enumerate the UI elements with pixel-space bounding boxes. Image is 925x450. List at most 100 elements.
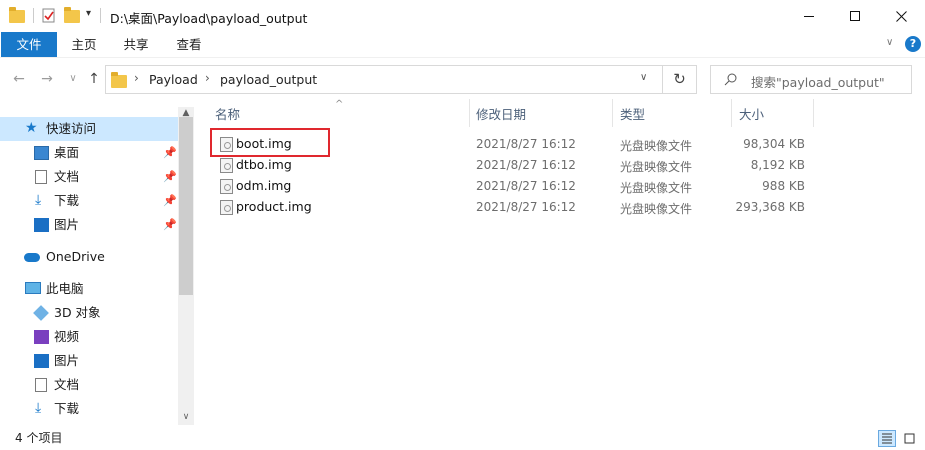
table-row[interactable]: odm.img 2021/8/27 16:12 光盘映像文件 988 KB: [205, 176, 815, 197]
table-row[interactable]: product.img 2021/8/27 16:12 光盘映像文件 293,3…: [205, 197, 815, 218]
nav-label: 此电脑: [46, 281, 84, 296]
column-divider[interactable]: [612, 99, 613, 127]
file-type: 光盘映像文件: [620, 160, 693, 174]
column-divider[interactable]: [731, 99, 732, 127]
large-icons-view-button[interactable]: [901, 430, 919, 447]
nav-item-documents-pc[interactable]: 文档: [0, 373, 178, 397]
status-bar: 4 个项目: [0, 425, 925, 450]
maximize-icon: [850, 11, 860, 21]
breadcrumb-payload-output[interactable]: payload_output: [220, 72, 317, 87]
disc-image-file-icon: [220, 200, 233, 215]
nav-item-desktop[interactable]: 桌面 📌: [0, 141, 178, 165]
nav-scrollbar[interactable]: ▲ ∨: [178, 107, 194, 425]
up-button[interactable]: ↑: [85, 69, 103, 89]
divider: [33, 8, 34, 23]
scroll-down-arrow[interactable]: ∨: [178, 411, 194, 423]
folder-icon: [111, 72, 127, 88]
file-list: ^ 名称 修改日期 类型 大小 boot.img 2021/8/27 16:12…: [195, 99, 925, 425]
file-type: 光盘映像文件: [620, 181, 693, 195]
videos-icon: [34, 330, 49, 344]
file-explorer-window: ▾ D:\桌面\Payload\payload_output 文件 主页 共享 …: [0, 0, 925, 450]
file-size: 988 KB: [762, 179, 805, 193]
nav-item-documents[interactable]: 文档 📌: [0, 165, 178, 189]
column-divider[interactable]: [813, 99, 814, 127]
navigation-bar: ← → ∨ ↑ › Payload › payload_output ∨ ↻ 搜…: [0, 57, 925, 99]
nav-label: 文档: [54, 377, 80, 392]
file-date: 2021/8/27 16:12: [476, 158, 576, 172]
column-header-date[interactable]: 修改日期: [476, 106, 526, 128]
customize-quick-access-icon[interactable]: ▾: [86, 8, 91, 19]
new-folder-icon[interactable]: [64, 7, 80, 23]
column-divider[interactable]: [469, 99, 470, 127]
maximize-button[interactable]: [832, 0, 878, 32]
column-header-size[interactable]: 大小: [739, 106, 764, 128]
pin-icon[interactable]: 📌: [163, 165, 177, 189]
details-view-icon: [882, 433, 892, 444]
details-view-button[interactable]: [878, 430, 896, 447]
title-bar: ▾ D:\桌面\Payload\payload_output: [0, 0, 925, 32]
table-row[interactable]: dtbo.img 2021/8/27 16:12 光盘映像文件 8,192 KB: [205, 155, 815, 176]
nav-label: 下载: [54, 401, 80, 416]
nav-label: OneDrive: [46, 249, 105, 264]
back-button[interactable]: ←: [10, 69, 28, 89]
3d-objects-icon: [33, 305, 49, 321]
minimize-button[interactable]: [786, 0, 832, 32]
nav-label: 下载: [54, 193, 80, 208]
address-dropdown-icon[interactable]: ∨: [640, 72, 647, 83]
disc-image-file-icon: [220, 158, 233, 173]
tab-share[interactable]: 共享: [116, 32, 156, 57]
search-box[interactable]: 搜索"payload_output": [710, 65, 912, 94]
nav-item-pictures-pc[interactable]: 图片: [0, 349, 178, 373]
desktop-icon: [34, 146, 49, 160]
pictures-icon: [34, 354, 49, 368]
disc-image-file-icon: [220, 179, 233, 194]
forward-button[interactable]: →: [38, 69, 56, 89]
close-button[interactable]: [878, 0, 924, 32]
expand-ribbon-icon[interactable]: ∨: [886, 37, 893, 48]
close-icon: [895, 10, 907, 22]
search-icon: [724, 73, 737, 86]
pictures-icon: [34, 218, 49, 232]
nav-item-videos[interactable]: 视频: [0, 325, 178, 349]
nav-this-pc[interactable]: 此电脑: [0, 277, 178, 301]
nav-item-downloads-pc[interactable]: ⤓ 下载: [0, 397, 178, 421]
file-type: 光盘映像文件: [620, 139, 693, 153]
annotation-highlight-box: [210, 128, 330, 157]
downloads-icon: ⤓: [35, 192, 42, 208]
navigation-pane: ★ 快速访问 桌面 📌 文档 📌 ⤓ 下载 📌 图片 📌 OneDrive 此电…: [0, 107, 194, 425]
column-header-name[interactable]: 名称: [215, 106, 240, 128]
minimize-icon: [804, 15, 814, 17]
pin-icon[interactable]: 📌: [163, 141, 177, 165]
breadcrumb-separator[interactable]: ›: [134, 71, 139, 85]
breadcrumb-separator[interactable]: ›: [205, 71, 210, 85]
nav-item-downloads[interactable]: ⤓ 下载 📌: [0, 189, 178, 213]
file-name: dtbo.img: [236, 157, 292, 172]
file-type: 光盘映像文件: [620, 202, 693, 216]
address-bar[interactable]: › Payload › payload_output ∨: [105, 65, 663, 94]
help-icon[interactable]: ?: [905, 36, 921, 52]
tab-view[interactable]: 查看: [169, 32, 209, 57]
star-icon: ★: [25, 120, 38, 136]
breadcrumb-payload[interactable]: Payload: [149, 72, 198, 87]
nav-item-3d-objects[interactable]: 3D 对象: [0, 301, 178, 325]
tab-file[interactable]: 文件: [1, 32, 57, 57]
recent-locations-icon[interactable]: ∨: [64, 69, 82, 89]
nav-quick-access[interactable]: ★ 快速访问: [0, 117, 178, 141]
pin-icon[interactable]: 📌: [163, 213, 177, 237]
scroll-thumb[interactable]: [179, 117, 193, 295]
file-date: 2021/8/27 16:12: [476, 200, 576, 214]
nav-item-pictures[interactable]: 图片 📌: [0, 213, 178, 237]
documents-icon: [35, 378, 47, 392]
tab-home[interactable]: 主页: [64, 32, 104, 57]
nav-label: 视频: [54, 329, 80, 344]
refresh-button[interactable]: ↻: [663, 65, 697, 94]
large-icons-view-icon: [904, 433, 915, 444]
file-size: 98,304 KB: [743, 137, 805, 151]
properties-icon[interactable]: [42, 8, 58, 23]
ribbon-tabs: 文件 主页 共享 查看 ∨ ?: [0, 32, 925, 57]
pin-icon[interactable]: 📌: [163, 189, 177, 213]
column-header-type[interactable]: 类型: [620, 106, 645, 128]
nav-onedrive[interactable]: OneDrive: [0, 245, 178, 269]
folder-icon: [9, 7, 25, 23]
nav-label: 文档: [54, 169, 80, 184]
